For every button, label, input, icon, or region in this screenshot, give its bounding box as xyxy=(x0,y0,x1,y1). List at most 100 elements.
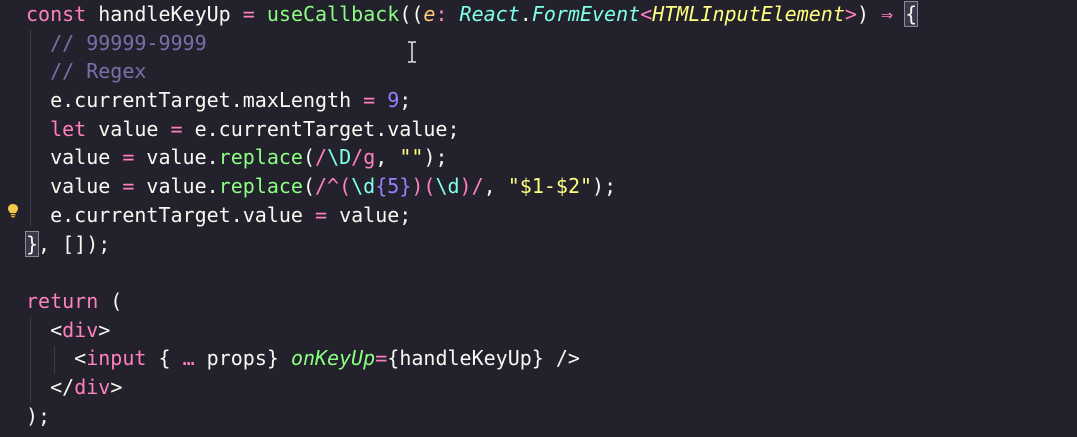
code-token: value xyxy=(26,174,123,199)
code-token: input xyxy=(86,346,147,371)
code-token: < xyxy=(640,2,653,26)
code-token: ( xyxy=(302,174,316,199)
code-token: < xyxy=(50,317,63,342)
code-token: div xyxy=(62,317,99,342)
code-token: = xyxy=(363,88,376,113)
code-token: React xyxy=(459,2,520,26)
code-token: // 99999-9999 xyxy=(50,30,207,55)
code-token: handleKeyUp xyxy=(86,2,243,26)
code-token: , xyxy=(483,174,508,199)
code-token: , xyxy=(375,145,400,170)
code-token: { xyxy=(146,346,183,371)
code-token: )/ xyxy=(459,174,484,199)
matched-bracket: { xyxy=(904,1,919,27)
code-token: FormEvent xyxy=(531,2,641,26)
code-token: e.currentTarget.maxLength xyxy=(26,88,364,113)
code-line[interactable]: <input { … props} onKeyUp={handleKeyUp} … xyxy=(26,344,917,373)
code-token: = xyxy=(122,174,135,199)
code-line[interactable]: e.currentTarget.maxLength = 9; xyxy=(26,86,917,115)
code-token: < xyxy=(74,346,87,371)
code-token: ; xyxy=(98,231,111,256)
code-token: let xyxy=(50,116,87,141)
code-line[interactable]: let value = e.currentTarget.value; xyxy=(26,115,917,144)
code-token: = xyxy=(122,145,135,170)
code-token: value xyxy=(86,116,171,141)
code-token: {handleKeyUp} xyxy=(387,346,556,371)
code-token: (( xyxy=(399,2,424,26)
code-token: ( xyxy=(98,288,123,313)
code-token: e xyxy=(423,2,436,26)
code-token: \D xyxy=(327,145,352,170)
code-line[interactable]: <div> xyxy=(26,316,917,345)
code-token: div xyxy=(74,374,111,399)
code-token: HTMLInputElement xyxy=(652,2,845,26)
lightbulb-icon[interactable] xyxy=(7,203,19,219)
code-token: ) xyxy=(856,2,882,26)
code-token: e.currentTarget.value; xyxy=(182,116,460,141)
code-token: \d xyxy=(435,174,460,199)
code-token: replace xyxy=(218,174,303,199)
code-token: value xyxy=(26,145,123,170)
code-token: onKeyUp xyxy=(290,346,376,371)
code-line[interactable]: // Regex xyxy=(26,57,917,86)
code-line[interactable] xyxy=(26,258,917,287)
code-token: > xyxy=(110,374,123,399)
code-token: "$1-$2" xyxy=(507,174,593,199)
code-token: ⇒ xyxy=(881,2,894,26)
code-token: {5} xyxy=(375,174,412,199)
code-token: useCallback xyxy=(266,2,400,26)
code-token: /g xyxy=(351,145,376,170)
code-token: ( xyxy=(302,145,316,170)
code-token: replace xyxy=(218,145,303,170)
code-token: … xyxy=(182,346,195,371)
code-token: const xyxy=(26,2,87,26)
code-token: e.currentTarget.value xyxy=(26,202,315,227)
code-line[interactable]: return ( xyxy=(26,287,917,316)
code-token: ); xyxy=(592,174,617,199)
code-line[interactable]: e.currentTarget.value = value; xyxy=(26,201,917,230)
code-token: value; xyxy=(327,202,412,227)
code-line[interactable]: value = value.replace(/^(\d{5})(\d)/, "$… xyxy=(26,172,917,201)
code-line[interactable]: </div> xyxy=(26,373,917,402)
code-token: </ xyxy=(50,374,75,399)
code-token: ); xyxy=(423,145,448,170)
code-token: = xyxy=(170,116,183,141)
code-line[interactable]: value = value.replace(/\D/g, ""); xyxy=(26,143,917,172)
code-token: : xyxy=(435,2,460,26)
code-token: value. xyxy=(134,174,219,199)
code-token: // Regex xyxy=(50,59,147,84)
code-editor[interactable]: const handleKeyUp = useCallback((e: Reac… xyxy=(0,0,1077,437)
code-token: . xyxy=(519,2,532,26)
code-token: = xyxy=(375,346,388,371)
code-token: ; xyxy=(399,88,412,113)
code-token: /^( xyxy=(315,174,352,199)
code-token: props} xyxy=(194,346,291,371)
code-token: > xyxy=(844,2,857,26)
code-token: value. xyxy=(134,145,219,170)
code-token: > xyxy=(98,317,111,342)
text-cursor-icon xyxy=(407,41,417,68)
code-token: = xyxy=(314,202,328,227)
code-line[interactable]: ); xyxy=(26,402,917,431)
code-token: )( xyxy=(411,174,436,199)
code-token: ); xyxy=(26,403,51,428)
code-lines[interactable]: const handleKeyUp = useCallback((e: Reac… xyxy=(24,0,919,431)
code-token: = xyxy=(242,2,255,26)
code-token: return xyxy=(26,288,99,313)
code-token: \d xyxy=(351,174,376,199)
code-line[interactable]: // 99999-9999 xyxy=(26,29,917,58)
code-line[interactable]: const handleKeyUp = useCallback((e: Reac… xyxy=(26,0,919,29)
code-line[interactable]: }, []); xyxy=(24,230,917,259)
code-token: / xyxy=(315,145,328,170)
code-token: 9 xyxy=(387,88,400,113)
matched-bracket: } xyxy=(24,230,40,257)
